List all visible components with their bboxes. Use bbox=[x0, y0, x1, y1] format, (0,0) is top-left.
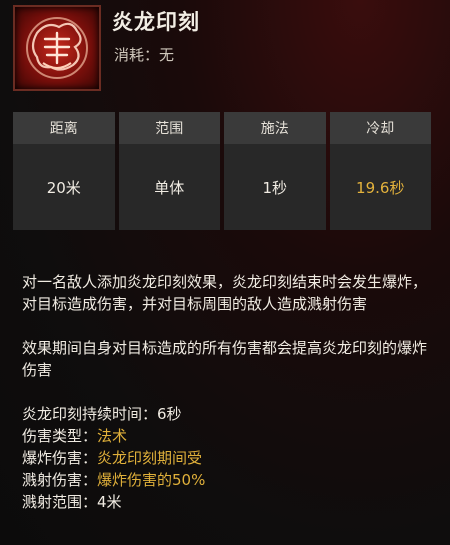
skill-cost: 消耗：无 bbox=[114, 44, 174, 65]
stat-header-range: 距离 bbox=[13, 112, 115, 144]
attribute-value: 爆炸伤害的50% bbox=[97, 471, 206, 489]
attribute-value: 法术 bbox=[97, 427, 128, 445]
skill-name: 炎龙印刻 bbox=[112, 10, 200, 34]
skill-header: 炎龙印刻 消耗：无 bbox=[0, 0, 450, 100]
stat-value-range: 20米 bbox=[13, 144, 115, 230]
stat-header-cast: 施法 bbox=[224, 112, 326, 144]
dragon-seal-icon bbox=[13, 5, 101, 91]
description-paragraph: 效果期间自身对目标造成的所有伤害都会提高炎龙印刻的爆炸伤害 bbox=[22, 339, 428, 379]
attribute-label: 溅射范围： bbox=[22, 493, 98, 511]
attribute-splash-damage: 溅射伤害：爆炸伤害的50% bbox=[22, 469, 432, 491]
skill-description: 对一名敌人添加炎龙印刻效果，炎龙印刻结束时会发生爆炸，对目标造成伤害，并对目标周… bbox=[22, 271, 432, 513]
attribute-label: 溅射伤害： bbox=[22, 471, 98, 489]
attribute-value: 4米 bbox=[97, 493, 122, 511]
attribute-duration: 炎龙印刻持续时间：6秒 bbox=[22, 403, 432, 425]
cost-label: 消耗： bbox=[114, 46, 160, 64]
attribute-label: 炎龙印刻持续时间： bbox=[22, 405, 158, 423]
stat-value-cooldown: 19.6秒 bbox=[329, 144, 431, 230]
attribute-value: 6秒 bbox=[157, 405, 182, 423]
stat-header-cooldown: 冷却 bbox=[329, 112, 431, 144]
stat-value-cast: 1秒 bbox=[224, 144, 326, 230]
attribute-splash-range: 溅射范围：4米 bbox=[22, 491, 432, 513]
attribute-label: 爆炸伤害： bbox=[22, 449, 98, 467]
stat-header-area: 范围 bbox=[118, 112, 220, 144]
cost-value: 无 bbox=[159, 46, 175, 64]
skill-stats-table: 距离 范围 施法 冷却 20米 单体 1秒 19.6秒 bbox=[13, 112, 431, 230]
stat-value-area: 单体 bbox=[118, 144, 220, 230]
attribute-explosion-damage: 爆炸伤害：炎龙印刻期间受 bbox=[22, 447, 432, 469]
description-paragraph: 对一名敌人添加炎龙印刻效果，炎龙印刻结束时会发生爆炸，对目标造成伤害，并对目标周… bbox=[22, 273, 428, 313]
attribute-damage-type: 伤害类型：法术 bbox=[22, 425, 432, 447]
attribute-label: 伤害类型： bbox=[22, 427, 98, 445]
skill-tooltip-panel: 炎龙印刻 消耗：无 距离 范围 施法 冷却 20米 单体 1秒 19.6秒 对一… bbox=[0, 0, 450, 545]
attribute-value: 炎龙印刻期间受 bbox=[97, 449, 203, 467]
